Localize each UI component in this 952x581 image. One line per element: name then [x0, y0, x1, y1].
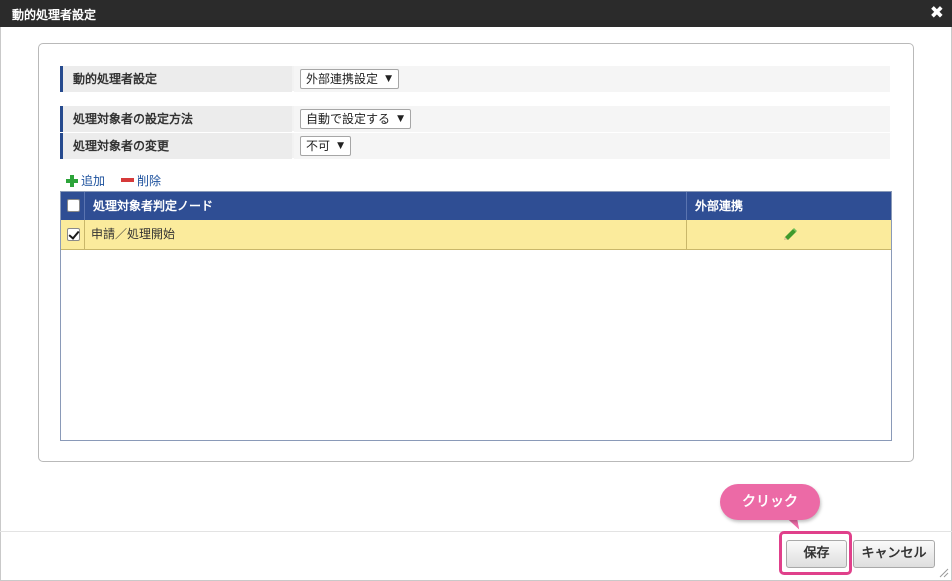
save-button-highlight [779, 531, 852, 575]
dynamic-processor-value-cell: 外部連携設定 ▼ [294, 66, 890, 92]
close-icon[interactable]: ✖ [930, 3, 944, 23]
grid-header: 処理対象者判定ノード 外部連携 [61, 192, 891, 220]
dynamic-processor-label: 動的処理者設定 [60, 66, 292, 92]
target-change-value-cell: 不可 ▼ [294, 133, 890, 159]
resize-grip-icon[interactable] [939, 568, 949, 578]
target-change-row: 処理対象者の変更 不可 ▼ [60, 133, 890, 159]
plus-icon [66, 175, 78, 187]
delete-button[interactable]: 削除 [121, 173, 161, 189]
target-method-selected: 自動で設定する [306, 112, 391, 126]
row-checkbox[interactable] [67, 228, 80, 241]
select-all-cell [61, 192, 85, 220]
target-change-selected: 不可 [306, 139, 331, 153]
dynamic-processor-selected: 外部連携設定 [306, 72, 379, 86]
external-link-cell [687, 220, 891, 249]
add-label: 追加 [81, 174, 106, 188]
column-header-node[interactable]: 処理対象者判定ノード [85, 192, 687, 220]
target-change-select[interactable]: 不可 ▼ [300, 136, 352, 156]
dropdown-arrow-icon: ▼ [397, 114, 405, 124]
dialog-titlebar: 動的処理者設定 ✖ [0, 0, 952, 27]
node-grid: 処理対象者判定ノード 外部連携 申請／処理開始 [60, 191, 892, 441]
row-checkbox-cell [61, 220, 85, 249]
dynamic-processor-row: 動的処理者設定 外部連携設定 ▼ [60, 66, 890, 92]
target-method-value-cell: 自動で設定する ▼ [294, 106, 890, 132]
node-name-cell: 申請／処理開始 [85, 220, 687, 249]
dialog-title: 動的処理者設定 [12, 8, 97, 22]
select-all-checkbox[interactable] [67, 199, 80, 212]
delete-label: 削除 [137, 174, 162, 188]
target-method-row: 処理対象者の設定方法 自動で設定する ▼ [60, 106, 890, 132]
table-row[interactable]: 申請／処理開始 [61, 220, 891, 250]
click-callout: クリック [720, 484, 820, 520]
dropdown-arrow-icon: ▼ [385, 74, 393, 84]
column-header-external[interactable]: 外部連携 [687, 192, 891, 220]
target-change-label: 処理対象者の変更 [60, 133, 292, 159]
target-method-select[interactable]: 自動で設定する ▼ [300, 109, 412, 129]
cancel-button[interactable]: キャンセル [853, 540, 935, 568]
dynamic-processor-select[interactable]: 外部連携設定 ▼ [300, 69, 400, 89]
pencil-icon[interactable] [782, 228, 798, 242]
target-method-label: 処理対象者の設定方法 [60, 106, 292, 132]
dropdown-arrow-icon: ▼ [337, 141, 345, 151]
add-button[interactable]: 追加 [66, 173, 105, 189]
minus-icon [121, 178, 134, 182]
